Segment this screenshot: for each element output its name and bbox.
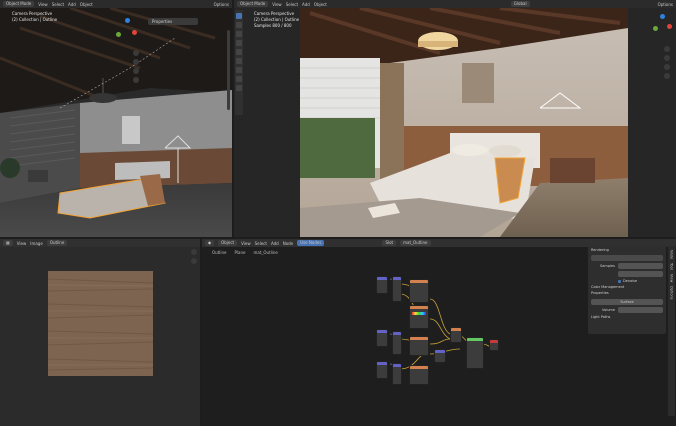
editor-type-selector[interactable]: ▦ bbox=[3, 240, 13, 246]
gizmo-y-icon[interactable] bbox=[116, 32, 121, 37]
wood-texture-image bbox=[48, 271, 153, 376]
menu-select[interactable]: Select bbox=[52, 2, 64, 7]
menu-add[interactable]: Add bbox=[302, 2, 310, 7]
image-selector[interactable]: Outline bbox=[46, 240, 68, 246]
right-viewport-overlay: Camera Perspective (2) Collection | Outl… bbox=[254, 11, 299, 29]
move-tool-icon[interactable] bbox=[236, 31, 242, 37]
node-image-texture-1[interactable] bbox=[409, 279, 429, 303]
node-principled-bsdf[interactable] bbox=[466, 337, 484, 369]
pan-hand-icon[interactable] bbox=[191, 258, 197, 264]
node-mapping-3[interactable] bbox=[392, 363, 402, 385]
add-cube-tool-icon[interactable] bbox=[236, 85, 242, 91]
camera-view-icon[interactable] bbox=[133, 68, 139, 74]
node-mapping-2[interactable] bbox=[392, 331, 402, 355]
node-mix[interactable] bbox=[450, 327, 462, 343]
section-light-paths[interactable]: Light Paths bbox=[591, 315, 663, 321]
image-editor[interactable]: ▦ View Image Outline bbox=[0, 239, 200, 426]
viewport-nav-buttons bbox=[133, 50, 139, 83]
node-texture-coordinate-3[interactable] bbox=[376, 361, 388, 379]
samples-field-2[interactable] bbox=[618, 271, 663, 277]
menu-image[interactable]: Image bbox=[30, 241, 43, 246]
collection-label: (2) Collection | Outline bbox=[12, 17, 58, 22]
right-viewport-header: Object Mode View Select Add Object Globa… bbox=[234, 0, 676, 8]
options-menu[interactable]: Options bbox=[658, 2, 673, 7]
menu-select[interactable]: Select bbox=[286, 2, 298, 7]
ortho-grid-icon[interactable] bbox=[133, 77, 139, 83]
node-material-output[interactable] bbox=[489, 339, 499, 351]
transform-tool-icon[interactable] bbox=[236, 58, 242, 64]
left-viewport[interactable]: Object Mode View Select Add Object Optio… bbox=[0, 0, 232, 237]
samples-label: Samples bbox=[600, 264, 615, 268]
select-tool-icon[interactable] bbox=[236, 13, 242, 19]
menu-view[interactable]: View bbox=[38, 2, 48, 7]
navigation-gizmo[interactable] bbox=[112, 18, 142, 48]
right-viewport[interactable]: Object Mode View Select Add Object Globa… bbox=[234, 0, 676, 237]
zoom-icon[interactable] bbox=[133, 50, 139, 56]
cursor-tool-icon[interactable] bbox=[236, 22, 242, 28]
node-mapping[interactable] bbox=[392, 276, 402, 302]
right-toolbar bbox=[235, 10, 243, 115]
volume-field[interactable] bbox=[618, 307, 663, 313]
transform-orientation[interactable]: Global bbox=[510, 1, 530, 7]
volume-label: Volume bbox=[601, 308, 615, 312]
menu-object[interactable]: Object bbox=[314, 2, 327, 7]
image-editor-header: ▦ View Image Outline bbox=[0, 239, 200, 247]
mode-selector[interactable]: Object Mode bbox=[237, 1, 269, 7]
gizmo-z-icon[interactable] bbox=[125, 18, 130, 23]
denoise-checkbox-icon[interactable] bbox=[618, 279, 621, 283]
scale-tool-icon[interactable] bbox=[236, 49, 242, 55]
tab-view[interactable]: View bbox=[670, 274, 674, 282]
measure-tool-icon[interactable] bbox=[236, 76, 242, 82]
rendered-bedroom-image bbox=[300, 8, 628, 237]
tab-options[interactable]: Options bbox=[670, 286, 674, 300]
node-image-texture-2[interactable] bbox=[409, 336, 429, 356]
render-mode-button[interactable] bbox=[591, 255, 663, 261]
menu-view[interactable]: View bbox=[272, 2, 282, 7]
node-editor[interactable]: ◆ Object View Select Add Node Use Nodes … bbox=[202, 239, 676, 426]
left-viewport-scrollbar[interactable] bbox=[227, 30, 230, 110]
surface-button[interactable]: Surface bbox=[591, 299, 663, 305]
node-image-texture-3[interactable] bbox=[409, 365, 429, 385]
gizmo-x-icon[interactable] bbox=[667, 24, 672, 29]
node-side-panel: Rendering Samples Denoise Color Manageme… bbox=[588, 246, 666, 334]
menu-object[interactable]: Object bbox=[80, 2, 93, 7]
samples-label: Samples 800 / 800 bbox=[254, 23, 292, 28]
samples-field[interactable] bbox=[618, 263, 663, 269]
node-sidebar-tabs: Node Tool View Options bbox=[668, 246, 675, 416]
options-menu[interactable]: Options bbox=[214, 2, 229, 7]
tab-node[interactable]: Node bbox=[670, 250, 674, 259]
gizmo-z-icon[interactable] bbox=[660, 14, 665, 19]
navigation-gizmo[interactable] bbox=[650, 14, 674, 42]
camera-view-icon[interactable] bbox=[664, 64, 670, 70]
pan-hand-icon[interactable] bbox=[664, 55, 670, 61]
mode-selector[interactable]: Object Mode bbox=[3, 1, 35, 7]
properties-dropdown-label: Properties bbox=[152, 19, 173, 24]
left-viewport-header: Object Mode View Select Add Object Optio… bbox=[0, 0, 232, 8]
denoise-label: Denoise bbox=[623, 279, 638, 283]
properties-dropdown[interactable]: Properties bbox=[148, 18, 198, 25]
node-texture-coordinate[interactable] bbox=[376, 276, 388, 294]
node-color-ramp[interactable] bbox=[409, 305, 429, 329]
node-texture-coordinate-2[interactable] bbox=[376, 329, 388, 347]
viewport-nav-buttons bbox=[664, 46, 670, 79]
annotate-tool-icon[interactable] bbox=[236, 67, 242, 73]
tab-tool[interactable]: Tool bbox=[670, 263, 674, 270]
menu-view[interactable]: View bbox=[17, 241, 27, 246]
pan-hand-icon[interactable] bbox=[133, 59, 139, 65]
zoom-icon[interactable] bbox=[664, 46, 670, 52]
left-viewport-overlay: Camera Perspective (2) Collection | Outl… bbox=[12, 11, 57, 23]
section-properties[interactable]: Properties bbox=[591, 291, 663, 297]
image-editor-nav bbox=[191, 249, 197, 264]
ortho-grid-icon[interactable] bbox=[664, 73, 670, 79]
node-bump[interactable] bbox=[434, 349, 446, 363]
gizmo-y-icon[interactable] bbox=[653, 26, 658, 31]
rotate-tool-icon[interactable] bbox=[236, 40, 242, 46]
section-rendering[interactable]: Rendering bbox=[591, 248, 663, 253]
menu-add[interactable]: Add bbox=[68, 2, 76, 7]
gizmo-x-icon[interactable] bbox=[132, 30, 137, 35]
zoom-icon[interactable] bbox=[191, 249, 197, 255]
